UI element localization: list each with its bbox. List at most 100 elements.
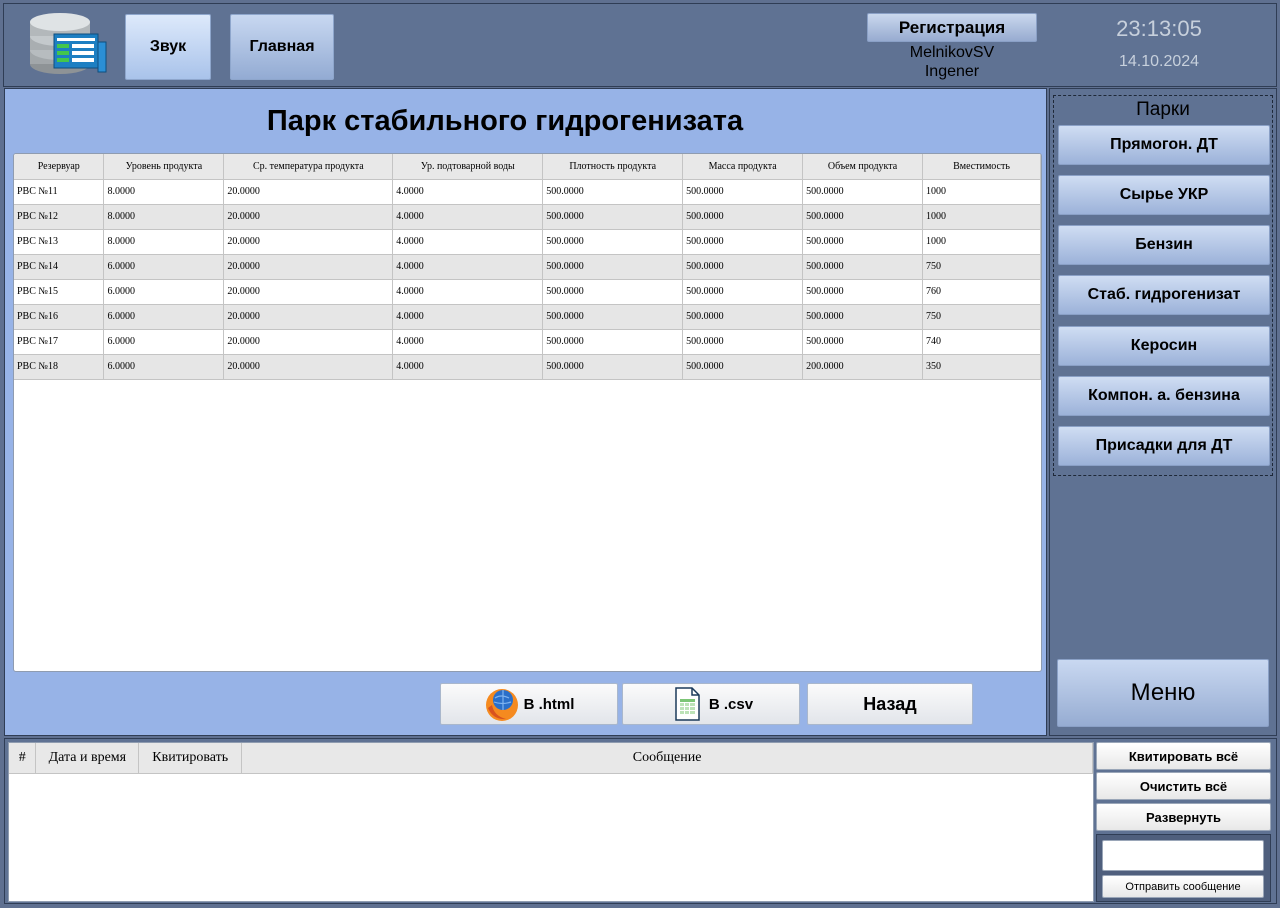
main-button[interactable]: Главная	[230, 14, 334, 80]
parks-group: Парки Прямогон. ДТ Сырье УКР Бензин Стаб…	[1053, 95, 1273, 476]
column-header: Ур. подтоварной воды	[392, 154, 544, 180]
table-cell: 20.0000	[223, 179, 394, 205]
table-row[interactable]: РВС №11 8.0000 20.0000 4.0000 500.0000 500.00…	[14, 179, 1041, 205]
table-cell: 500.0000	[682, 354, 804, 380]
table-row[interactable]: РВС №12 8.0000 20.0000 4.0000 500.0000 500.00…	[14, 204, 1041, 230]
table-row[interactable]: РВС №17 6.0000 20.0000 4.0000 500.0000 500.00…	[14, 329, 1041, 355]
park-button-gasoline-components[interactable]: Компон. а. бензина	[1058, 376, 1270, 416]
table-cell: 4.0000	[392, 279, 544, 305]
column-header: Объем продукта	[802, 154, 924, 180]
column-header: Уровень продукта	[103, 154, 225, 180]
messages-table-container: # Дата и время Квитировать Сообщение	[8, 742, 1094, 902]
table-cell: 4.0000	[392, 229, 544, 255]
park-button-stable-hydrogenate[interactable]: Стаб. гидрогенизат	[1058, 275, 1270, 315]
tank-table-container: Резервуар Уровень продукта Ср. температура…	[13, 153, 1042, 672]
table-cell: 500.0000	[542, 204, 684, 230]
browser-globe-icon	[485, 689, 518, 721]
message-input[interactable]	[1102, 840, 1264, 871]
expand-button[interactable]: Развернуть	[1096, 803, 1271, 831]
table-cell: 500.0000	[802, 279, 924, 305]
table-cell: 760	[922, 279, 1041, 305]
column-header: Масса продукта	[682, 154, 804, 180]
table-row[interactable]: РВС №14 6.0000 20.0000 4.0000 500.0000 500.00…	[14, 254, 1041, 280]
park-button-kerosene[interactable]: Керосин	[1058, 326, 1270, 366]
messages-column-header: #	[9, 743, 37, 774]
table-cell: 500.0000	[682, 204, 804, 230]
table-cell: 20.0000	[223, 304, 394, 330]
sound-button[interactable]: Звук	[125, 14, 211, 80]
messages-panel: # Дата и время Квитировать Сообщение Квитир…	[4, 738, 1277, 904]
table-cell: 500.0000	[682, 179, 804, 205]
table-row[interactable]: РВС №18 6.0000 20.0000 4.0000 500.0000 500.00…	[14, 354, 1041, 380]
clock-time: 23:13:05	[1116, 16, 1202, 41]
table-cell: РВС №16	[14, 304, 105, 330]
user-role: Ingener	[924, 63, 980, 80]
park-button-dt-additives[interactable]: Присадки для ДТ	[1058, 426, 1270, 466]
table-row[interactable]: РВС №13 8.0000 20.0000 4.0000 500.0000 500.00…	[14, 229, 1041, 255]
messages-column-header: Дата и время	[35, 743, 140, 774]
table-cell: 4.0000	[392, 354, 544, 380]
table-cell: 4.0000	[392, 179, 544, 205]
clock-date: 14.10.2024	[1118, 53, 1200, 70]
table-cell: 500.0000	[682, 254, 804, 280]
table-cell: РВС №17	[14, 329, 105, 355]
table-cell: РВС №13	[14, 229, 105, 255]
send-message-button[interactable]: Отправить сообщение	[1102, 875, 1264, 898]
table-cell: 20.0000	[223, 329, 394, 355]
table-cell: 6.0000	[103, 279, 225, 305]
park-button-ukr-feed[interactable]: Сырье УКР	[1058, 175, 1270, 215]
messages-column-header: Сообщение	[241, 743, 1093, 774]
table-row[interactable]: РВС №15 6.0000 20.0000 4.0000 500.0000 500.00…	[14, 279, 1041, 305]
table-cell: 500.0000	[802, 229, 924, 255]
column-header: Резервуар	[14, 154, 105, 180]
back-button[interactable]: Назад	[807, 683, 973, 725]
page-title: Парк стабильного гидрогенизата	[266, 105, 744, 137]
park-button-gasoline[interactable]: Бензин	[1058, 225, 1270, 265]
send-message-group: Отправить сообщение	[1096, 834, 1271, 902]
table-cell: 20.0000	[223, 254, 394, 280]
messages-header-row: # Дата и время Квитировать Сообщение	[9, 743, 1093, 774]
table-cell: РВС №12	[14, 204, 105, 230]
table-cell: 6.0000	[103, 304, 225, 330]
messages-table: # Дата и время Квитировать Сообщение	[9, 743, 1093, 774]
table-cell: 740	[922, 329, 1041, 355]
table-cell: РВС №15	[14, 279, 105, 305]
table-cell: 1000	[922, 179, 1041, 205]
table-cell: 500.0000	[542, 179, 684, 205]
menu-button[interactable]: Меню	[1057, 659, 1269, 727]
table-cell: 8.0000	[103, 229, 225, 255]
column-header: Ср. температура продукта	[223, 154, 394, 180]
table-cell: РВС №11	[14, 179, 105, 205]
export-html-button[interactable]: В .html	[440, 683, 618, 725]
park-button-straight-run-dt[interactable]: Прямогон. ДТ	[1058, 125, 1270, 165]
table-cell: 750	[922, 304, 1041, 330]
table-cell: 750	[922, 254, 1041, 280]
table-cell: 20.0000	[223, 204, 394, 230]
table-cell: 500.0000	[682, 229, 804, 255]
export-csv-label: В .csv	[708, 695, 754, 713]
table-cell: 20.0000	[223, 279, 394, 305]
table-cell: 1000	[922, 229, 1041, 255]
table-cell: 20.0000	[223, 354, 394, 380]
table-cell: 350	[922, 354, 1041, 380]
table-cell: 4.0000	[392, 329, 544, 355]
acknowledge-all-button[interactable]: Квитировать всё	[1096, 742, 1271, 770]
export-csv-button[interactable]: В .csv	[622, 683, 800, 725]
table-row[interactable]: РВС №16 6.0000 20.0000 4.0000 500.0000 500.00…	[14, 304, 1041, 330]
clear-all-button[interactable]: Очистить всё	[1096, 772, 1271, 800]
table-cell: 500.0000	[542, 279, 684, 305]
table-body: РВС №11 8.0000 20.0000 4.0000 500.0000 500.00…	[14, 179, 1041, 380]
table-cell: 500.0000	[542, 354, 684, 380]
parks-panel: Парки Прямогон. ДТ Сырье УКР Бензин Стаб…	[1049, 88, 1277, 736]
table-cell: 1000	[922, 204, 1041, 230]
table-cell: 200.0000	[802, 354, 924, 380]
column-header: Плотность продукта	[542, 154, 684, 180]
table-cell: 500.0000	[802, 179, 924, 205]
database-documents-icon	[30, 13, 107, 74]
table-cell: 4.0000	[392, 204, 544, 230]
table-cell: 500.0000	[542, 229, 684, 255]
table-cell: 4.0000	[392, 254, 544, 280]
spreadsheet-file-icon	[675, 687, 700, 721]
table-cell: 4.0000	[392, 304, 544, 330]
register-button[interactable]: Регистрация	[867, 13, 1037, 42]
